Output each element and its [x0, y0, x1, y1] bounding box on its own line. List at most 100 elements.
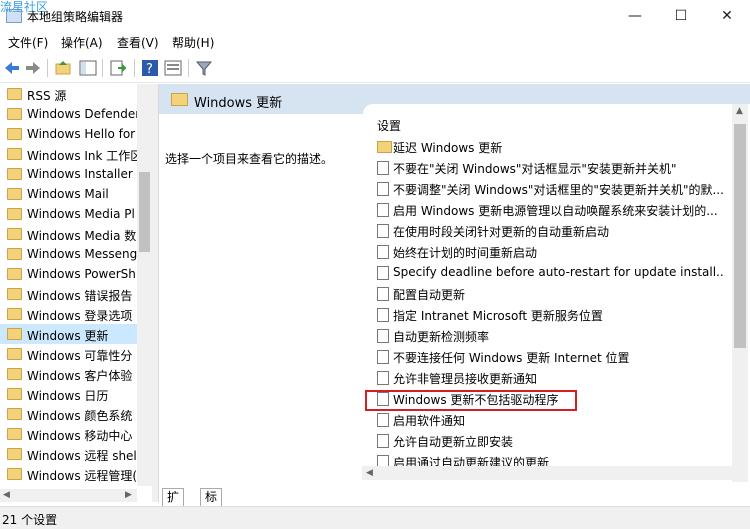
list-item[interactable]: 不要在"关闭 Windows"对话框显示"安装更新并关机" [375, 157, 725, 177]
folder-icon [7, 188, 22, 200]
scroll-up-arrow-icon[interactable]: ▲ [736, 106, 743, 116]
tree-item-calendar[interactable]: Windows 日历 [0, 384, 137, 404]
policy-setting-icon [377, 371, 389, 385]
help-icon[interactable]: ? [141, 59, 159, 77]
tree-item-remote-management[interactable]: Windows 远程管理( [0, 464, 137, 484]
folder-icon [7, 308, 22, 320]
settings-scroll-thumb[interactable] [734, 124, 746, 348]
folder-icon [7, 108, 22, 120]
tree-item-label: Windows Hello for [27, 127, 136, 141]
tree-item-label: Windows 远程 shel [27, 449, 137, 463]
tree-scroll-thumb[interactable] [139, 172, 150, 252]
policy-setting-icon [377, 329, 389, 343]
folder-icon [7, 468, 22, 480]
tree-item-defender[interactable]: Windows Defender [0, 104, 137, 124]
tree-item-reliability[interactable]: Windows 可靠性分 [0, 344, 137, 364]
list-item-label: 允许自动更新立即安装 [393, 435, 514, 449]
properties-icon[interactable] [164, 59, 182, 77]
tree-item-messenger[interactable]: Windows Messeng [0, 244, 137, 264]
list-item-label: 始终在计划的时间重新启动 [393, 246, 538, 260]
folder-icon [377, 141, 392, 153]
list-item[interactable]: 允许非管理员接收更新通知 [375, 367, 725, 387]
back-arrow-icon[interactable] [3, 59, 21, 77]
tree-item-installer[interactable]: Windows Installer [0, 164, 137, 184]
filter-icon[interactable] [195, 59, 213, 77]
policy-setting-icon [377, 413, 389, 427]
title-bar: 流星社区 本地组策略编辑器 — ☐ ✕ [0, 0, 750, 31]
maximize-button[interactable]: ☐ [658, 4, 704, 28]
folder-icon [7, 428, 22, 440]
tree-item-label: Windows Defender [27, 107, 137, 121]
scroll-left-arrow-icon[interactable]: ◀ [3, 490, 10, 500]
tree-item-label: Windows 移动中心 [27, 429, 133, 443]
minimize-button[interactable]: — [612, 4, 658, 28]
list-item[interactable]: 启用 Windows 更新电源管理以自动唤醒系统来安装计划的... [375, 199, 725, 219]
tree-item-media-drm[interactable]: Windows Media 数 [0, 224, 137, 244]
list-item-label: 指定 Intranet Microsoft 更新服务位置 [393, 309, 603, 323]
list-item[interactable]: 不要调整"关闭 Windows"对话框里的"安装更新并关机"的默... [375, 178, 725, 198]
tree-item-powershell[interactable]: Windows PowerSh [0, 264, 137, 284]
column-header-setting[interactable]: 设置 [377, 117, 401, 134]
tree-item-windows-update[interactable]: Windows 更新 [0, 324, 137, 344]
tree-item-mail[interactable]: Windows Mail [0, 184, 137, 204]
tree-vertical-scrollbar[interactable] [137, 84, 152, 486]
policy-setting-icon [377, 224, 389, 238]
tree-item-label: Windows 客户体验 [27, 369, 133, 383]
tab-standard[interactable]: 标准 [200, 488, 223, 521]
list-item-label: 在使用时段关闭针对更新的自动重新启动 [393, 225, 610, 239]
policy-setting-icon [377, 182, 389, 196]
forward-arrow-icon[interactable] [24, 59, 42, 77]
tab-extended[interactable]: 扩展 [162, 488, 185, 521]
menu-help[interactable]: 帮助(H) [172, 34, 214, 51]
tree-item-color-system[interactable]: Windows 颜色系统 [0, 404, 137, 424]
export-list-icon[interactable] [109, 59, 127, 77]
description-text: 选择一个项目来查看它的描述。 [165, 152, 334, 166]
list-item[interactable]: 允许自动更新立即安装 [375, 430, 725, 450]
up-folder-icon[interactable] [54, 59, 72, 77]
tree-item-label: RSS 源 [27, 89, 67, 103]
folder-icon [7, 228, 22, 240]
list-item[interactable]: 指定 Intranet Microsoft 更新服务位置 [375, 304, 725, 324]
settings-horizontal-scrollbar[interactable]: ◀ [362, 466, 732, 480]
tree-item-ceip[interactable]: Windows 客户体验 [0, 364, 137, 384]
menu-file[interactable]: 文件(F) [8, 34, 48, 51]
tree-horizontal-scrollbar[interactable]: ◀ ▶ [0, 489, 137, 502]
tree-item-label: Windows 可靠性分 [27, 349, 133, 363]
menu-action[interactable]: 操作(A) [61, 34, 103, 51]
list-item[interactable]: 在使用时段关闭针对更新的自动重新启动 [375, 220, 725, 240]
folder-icon [7, 388, 22, 400]
tree-item-label: Windows PowerSh [27, 267, 136, 281]
tree-item-mobility-center[interactable]: Windows 移动中心 [0, 424, 137, 444]
list-item[interactable]: 启用软件通知 [375, 409, 725, 429]
tree-item-logon-options[interactable]: Windows 登录选项 [0, 304, 137, 324]
menu-view[interactable]: 查看(V) [117, 34, 159, 51]
tree-item-hello[interactable]: Windows Hello for [0, 124, 137, 144]
tree-item-error-reporting[interactable]: Windows 错误报告 [0, 284, 137, 304]
toolbar-separator [47, 59, 48, 77]
policy-setting-icon [377, 245, 389, 259]
list-item[interactable]: Specify deadline before auto-restart for… [375, 262, 725, 282]
list-item[interactable]: 始终在计划的时间重新启动 [375, 241, 725, 261]
toolbar-separator [134, 59, 135, 77]
scroll-right-arrow-icon[interactable]: ▶ [125, 490, 132, 500]
list-item[interactable]: 配置自动更新 [375, 283, 725, 303]
status-bar: 21 个设置 [0, 506, 750, 529]
show-hide-tree-icon[interactable] [79, 59, 97, 77]
folder-icon [7, 248, 22, 260]
list-item[interactable]: 不要连接任何 Windows 更新 Internet 位置 [375, 346, 725, 366]
folder-icon [7, 448, 22, 460]
tree-item-label: Windows Media 数 [27, 229, 137, 243]
list-item-label: 允许非管理员接收更新通知 [393, 372, 538, 386]
list-item-label: 不要连接任何 Windows 更新 Internet 位置 [393, 351, 630, 365]
folder-icon [7, 168, 22, 180]
red-highlight-box [365, 390, 577, 411]
close-button[interactable]: ✕ [704, 4, 750, 28]
tree-item-media-player[interactable]: Windows Media Pl [0, 204, 137, 224]
scroll-left-arrow-icon[interactable]: ◀ [366, 468, 373, 478]
tree-item-remote-shell[interactable]: Windows 远程 shel [0, 444, 137, 464]
tree-item-ink[interactable]: Windows Ink 工作区 [0, 144, 137, 164]
list-item[interactable]: 自动更新检测频率 [375, 325, 725, 345]
folder-icon [7, 88, 22, 100]
tree-item-rss[interactable]: RSS 源 [0, 84, 137, 104]
list-item-folder[interactable]: 延迟 Windows 更新 [375, 136, 725, 156]
